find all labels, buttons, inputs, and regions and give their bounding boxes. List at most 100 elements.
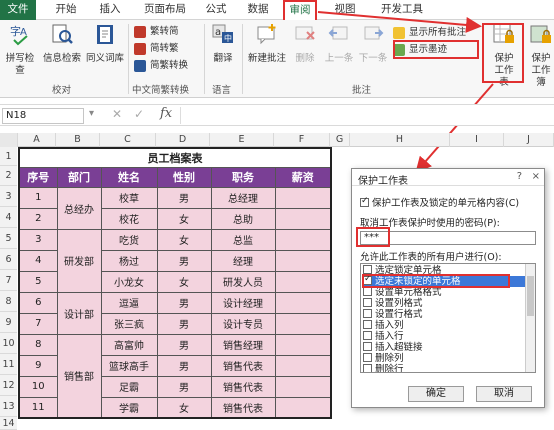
row-header[interactable]: 1 bbox=[0, 147, 17, 166]
header-cell[interactable]: 序号 bbox=[18, 166, 58, 188]
perm-format-rows[interactable]: 设置行格式 bbox=[363, 309, 423, 320]
cell-name[interactable]: 校花 bbox=[100, 207, 158, 230]
permissions-scrollbar[interactable] bbox=[525, 264, 535, 372]
insert-function-icon[interactable]: fx bbox=[160, 106, 172, 121]
cell-salary[interactable] bbox=[274, 186, 332, 209]
cell-no[interactable]: 8 bbox=[18, 333, 58, 356]
cell-salary[interactable] bbox=[274, 270, 332, 293]
scrollbar-thumb[interactable] bbox=[527, 276, 534, 316]
cell-name[interactable]: 张三疯 bbox=[100, 312, 158, 335]
cell-no[interactable]: 2 bbox=[18, 207, 58, 230]
cell-name[interactable]: 吃货 bbox=[100, 228, 158, 251]
cell-sex[interactable]: 男 bbox=[156, 333, 212, 356]
formula-input[interactable] bbox=[180, 107, 552, 124]
select-all-corner[interactable] bbox=[0, 133, 18, 147]
table-title[interactable]: 员工档案表 bbox=[18, 147, 332, 168]
cell-sex[interactable]: 女 bbox=[156, 207, 212, 230]
perm-format-cells[interactable]: 设置单元格格式 bbox=[363, 287, 442, 298]
column-header[interactable]: E bbox=[210, 133, 274, 147]
cell-name[interactable]: 逗逼 bbox=[100, 291, 158, 314]
perm-insert-hyperlinks[interactable]: 插入超链接 bbox=[363, 342, 423, 353]
cell-salary[interactable] bbox=[274, 375, 332, 398]
cell-dept[interactable]: 研发部 bbox=[56, 228, 102, 293]
column-header[interactable]: I bbox=[450, 133, 504, 147]
column-header[interactable]: F bbox=[274, 133, 330, 147]
column-header[interactable]: G bbox=[330, 133, 350, 147]
cell-name[interactable]: 小龙女 bbox=[100, 270, 158, 293]
cell-job[interactable]: 销售代表 bbox=[210, 375, 276, 398]
header-cell[interactable]: 部门 bbox=[56, 166, 102, 188]
perm-delete-rows[interactable]: 删除行 bbox=[363, 364, 404, 372]
cancel-button[interactable]: 取消 bbox=[476, 386, 532, 402]
cell-job[interactable]: 销售代表 bbox=[210, 396, 276, 419]
row-header[interactable]: 10 bbox=[0, 333, 17, 354]
cell-dept[interactable]: 总经办 bbox=[56, 186, 102, 230]
cell-salary[interactable] bbox=[274, 396, 332, 419]
header-cell[interactable]: 薪资 bbox=[274, 166, 332, 188]
help-icon[interactable]: ? bbox=[517, 171, 522, 182]
cell-sex[interactable]: 男 bbox=[156, 375, 212, 398]
cell-salary[interactable] bbox=[274, 207, 332, 230]
cell-salary[interactable] bbox=[274, 354, 332, 377]
row-header[interactable]: 9 bbox=[0, 312, 17, 333]
perm-format-columns[interactable]: 设置列格式 bbox=[363, 298, 423, 309]
column-header[interactable]: C bbox=[100, 133, 156, 147]
row-header[interactable]: 11 bbox=[0, 354, 17, 375]
cell-salary[interactable] bbox=[274, 333, 332, 356]
cell-dept[interactable]: 销售部 bbox=[56, 333, 102, 419]
cell-name[interactable]: 足霸 bbox=[100, 375, 158, 398]
cell-sex[interactable]: 男 bbox=[156, 186, 212, 209]
cancel-icon[interactable]: ✕ bbox=[112, 107, 122, 121]
cell-name[interactable]: 篮球高手 bbox=[100, 354, 158, 377]
perm-delete-columns[interactable]: 删除列 bbox=[363, 353, 404, 364]
cell-job[interactable]: 设计经理 bbox=[210, 291, 276, 314]
cell-salary[interactable] bbox=[274, 228, 332, 251]
column-header[interactable]: H bbox=[350, 133, 450, 147]
cell-no[interactable]: 10 bbox=[18, 375, 58, 398]
column-header[interactable]: D bbox=[156, 133, 210, 147]
row-header[interactable]: 7 bbox=[0, 270, 17, 291]
row-header[interactable]: 13 bbox=[0, 396, 17, 417]
cell-name[interactable]: 杨过 bbox=[100, 249, 158, 272]
cell-job[interactable]: 总助 bbox=[210, 207, 276, 230]
row-header[interactable]: 14 bbox=[0, 417, 17, 430]
perm-insert-rows[interactable]: 插入行 bbox=[363, 331, 404, 342]
perm-insert-columns[interactable]: 插入列 bbox=[363, 320, 404, 331]
cell-job[interactable]: 销售代表 bbox=[210, 354, 276, 377]
cell-no[interactable]: 7 bbox=[18, 312, 58, 335]
cell-dept[interactable]: 设计部 bbox=[56, 291, 102, 335]
cell-name[interactable]: 高富帅 bbox=[100, 333, 158, 356]
cell-no[interactable]: 11 bbox=[18, 396, 58, 419]
row-header[interactable]: 5 bbox=[0, 228, 17, 249]
cell-sex[interactable]: 女 bbox=[156, 228, 212, 251]
column-header[interactable]: J bbox=[504, 133, 554, 147]
row-header[interactable]: 3 bbox=[0, 186, 17, 207]
cell-sex[interactable]: 男 bbox=[156, 249, 212, 272]
column-header[interactable]: B bbox=[56, 133, 100, 147]
ok-button[interactable]: 确定 bbox=[408, 386, 464, 402]
cell-name[interactable]: 校草 bbox=[100, 186, 158, 209]
header-cell[interactable]: 姓名 bbox=[100, 166, 158, 188]
cell-no[interactable]: 4 bbox=[18, 249, 58, 272]
cell-salary[interactable] bbox=[274, 249, 332, 272]
row-header[interactable]: 12 bbox=[0, 375, 17, 396]
cell-job[interactable]: 研发人员 bbox=[210, 270, 276, 293]
name-box[interactable]: N18 bbox=[2, 108, 84, 124]
cell-sex[interactable]: 男 bbox=[156, 354, 212, 377]
cell-no[interactable]: 5 bbox=[18, 270, 58, 293]
cell-sex[interactable]: 女 bbox=[156, 396, 212, 419]
cell-job[interactable]: 总监 bbox=[210, 228, 276, 251]
cell-no[interactable]: 3 bbox=[18, 228, 58, 251]
header-cell[interactable]: 职务 bbox=[210, 166, 276, 188]
cell-sex[interactable]: 男 bbox=[156, 312, 212, 335]
cell-job[interactable]: 经理 bbox=[210, 249, 276, 272]
protect-contents-checkbox[interactable]: 保护工作表及锁定的单元格内容(C) bbox=[360, 195, 519, 209]
cell-name[interactable]: 学霸 bbox=[100, 396, 158, 419]
close-icon[interactable]: × bbox=[532, 171, 540, 182]
row-header[interactable]: 2 bbox=[0, 166, 17, 186]
row-header[interactable]: 4 bbox=[0, 207, 17, 228]
cell-no[interactable]: 6 bbox=[18, 291, 58, 314]
row-header[interactable]: 6 bbox=[0, 249, 17, 270]
cell-job[interactable]: 销售经理 bbox=[210, 333, 276, 356]
cell-no[interactable]: 1 bbox=[18, 186, 58, 209]
